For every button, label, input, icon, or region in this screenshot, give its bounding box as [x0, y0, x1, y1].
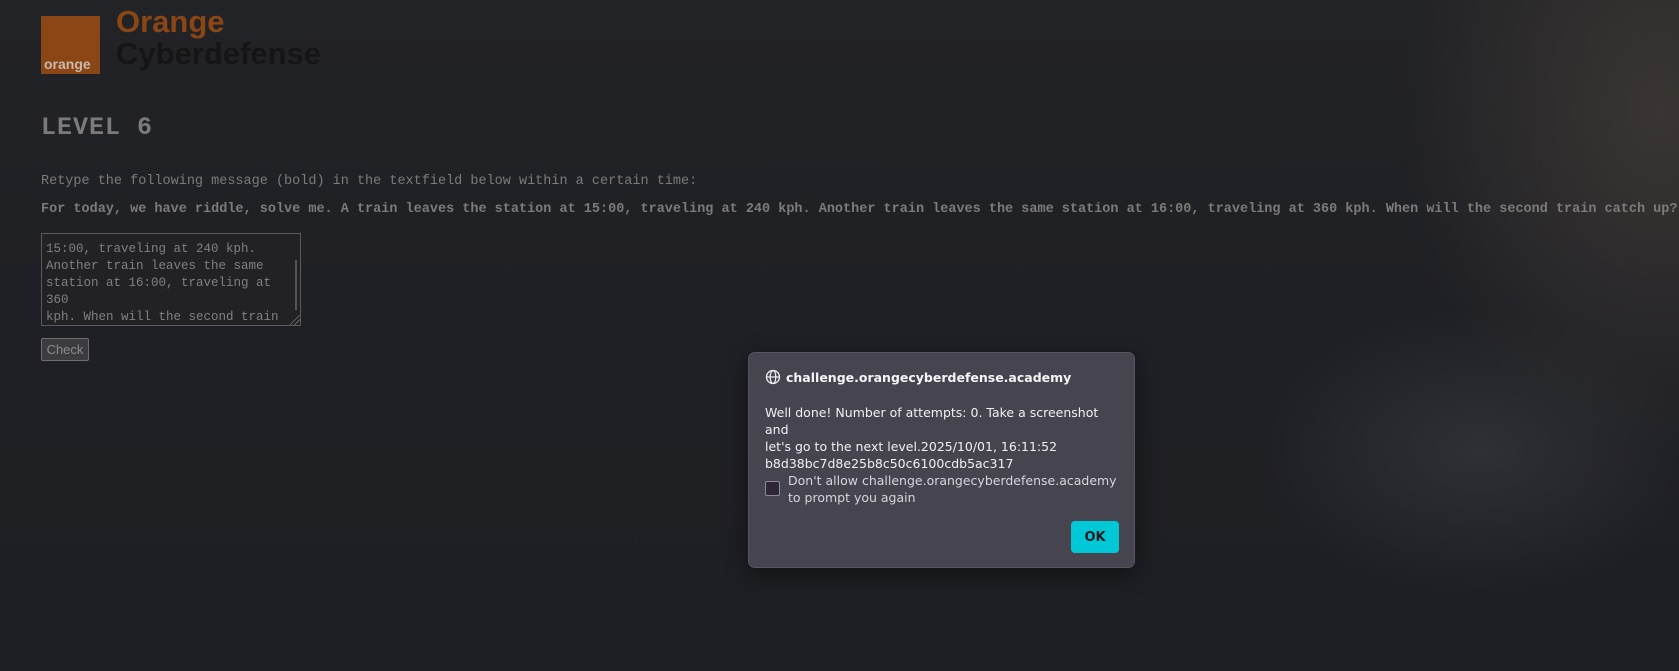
ok-button[interactable]: OK: [1071, 521, 1119, 553]
alert-dialog: challenge.orangecyberdefense.academy Wel…: [748, 352, 1135, 568]
dialog-origin: challenge.orangecyberdefense.academy: [786, 369, 1072, 385]
brand-name: Orange Cyberdefense: [116, 6, 321, 70]
answer-textarea[interactable]: [41, 233, 301, 326]
dialog-message-line: let's go to the next level.2025/10/01, 1…: [765, 439, 1058, 454]
dialog-message: Well done! Number of attempts: 0. Take a…: [765, 404, 1121, 472]
dialog-header: challenge.orangecyberdefense.academy: [765, 369, 1071, 385]
challenge-page: orange Orange Cyberdefense LEVEL 6 Retyp…: [0, 0, 1679, 671]
level-title: LEVEL 6: [41, 113, 154, 142]
dont-allow-checkbox[interactable]: [765, 481, 780, 496]
brand-line-cyberdefense: Cyberdefense: [116, 36, 322, 71]
dialog-message-line: b8d38bc7d8e25b8c50c6100cdb5ac317: [765, 456, 1014, 471]
logo-word: orange: [44, 56, 91, 72]
dont-allow-label[interactable]: Don't allow challenge.orangecyberdefense…: [788, 472, 1118, 506]
challenge-message: For today, we have riddle, solve me. A t…: [41, 202, 1678, 217]
textarea-scrollbar[interactable]: [295, 260, 297, 310]
globe-icon: [765, 369, 781, 385]
brand-line-orange: Orange: [116, 4, 225, 39]
dont-allow-row[interactable]: Don't allow challenge.orangecyberdefense…: [765, 472, 1118, 506]
orange-logo: orange: [41, 16, 100, 74]
dialog-message-line: Well done! Number of attempts: 0. Take a…: [765, 405, 1099, 437]
instruction-text: Retype the following message (bold) in t…: [41, 174, 698, 189]
textarea-resize-handle[interactable]: [290, 315, 300, 325]
check-button[interactable]: Check: [41, 338, 89, 361]
